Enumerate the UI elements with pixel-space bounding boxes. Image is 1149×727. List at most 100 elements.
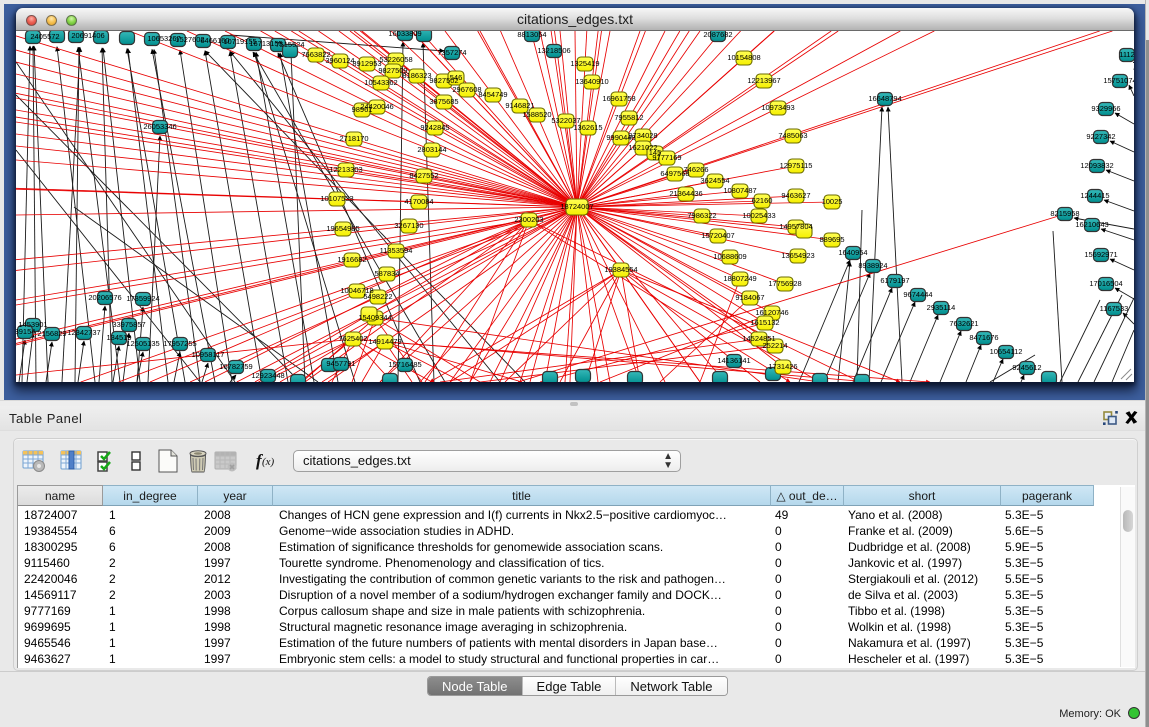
svg-text:12975115: 12975115	[780, 161, 813, 170]
svg-text:1916682: 1916682	[337, 255, 366, 264]
svg-text:9242845: 9242845	[420, 123, 449, 132]
svg-text:1731426: 1731426	[768, 362, 797, 371]
svg-text:2405572: 2405572	[30, 32, 59, 41]
svg-text:7955812: 7955812	[614, 113, 643, 122]
svg-text:9777169: 9777169	[652, 153, 681, 162]
svg-text:3960124: 3960124	[325, 56, 354, 65]
svg-text:7632621: 7632621	[949, 319, 978, 328]
svg-text:8938924: 8938924	[858, 261, 887, 270]
svg-text:3267130: 3267130	[394, 221, 423, 230]
svg-text:16210643: 16210643	[1075, 220, 1108, 229]
svg-text:10958117: 10958117	[192, 350, 225, 359]
svg-text:14914479: 14914479	[368, 337, 401, 346]
svg-text:62160: 62160	[752, 196, 773, 205]
svg-text:(x): (x)	[262, 456, 275, 468]
svg-text:17957255: 17957255	[163, 339, 196, 348]
svg-text:53226058: 53226058	[379, 55, 412, 64]
svg-text:8215958: 8215958	[1050, 209, 1079, 218]
svg-text:15751074: 15751074	[1103, 76, 1134, 85]
svg-text:20691406: 20691406	[71, 31, 104, 40]
svg-text:1244415: 1244415	[1080, 191, 1109, 200]
svg-text:16648794: 16648794	[868, 94, 901, 103]
svg-text:7357274: 7357274	[437, 48, 466, 57]
svg-text:13640910: 13640910	[575, 77, 608, 86]
svg-text:1640954: 1640954	[838, 248, 867, 257]
svg-text:2935114: 2935114	[927, 303, 956, 312]
svg-text:7625402: 7625402	[338, 334, 367, 343]
svg-text:18724007: 18724007	[560, 202, 593, 211]
svg-text:9674444: 9674444	[903, 290, 932, 299]
svg-text:13218506: 13218506	[537, 46, 570, 55]
svg-text:10688609: 10688609	[713, 252, 746, 261]
svg-text:1167533: 1167533	[1100, 304, 1129, 313]
svg-text:546: 546	[450, 73, 463, 82]
svg-text:9184067: 9184067	[735, 293, 764, 302]
svg-text:17756928: 17756928	[768, 279, 801, 288]
svg-text:9146821: 9146821	[505, 101, 534, 110]
svg-text:6497568: 6497568	[660, 169, 689, 178]
svg-text:19384554: 19384554	[604, 265, 637, 274]
svg-text:12342737: 12342737	[67, 328, 100, 337]
svg-text:10025433: 10025433	[742, 211, 775, 220]
svg-text:12505135: 12505135	[126, 339, 159, 348]
svg-text:4170084: 4170084	[404, 197, 433, 206]
svg-text:26053346: 26053346	[143, 122, 176, 131]
svg-text:6179197: 6179197	[880, 276, 909, 285]
svg-text:9463627: 9463627	[781, 191, 810, 200]
svg-text:39154: 39154	[16, 327, 35, 336]
svg-text:10025: 10025	[822, 197, 843, 206]
svg-text:18807249: 18807249	[723, 274, 756, 283]
svg-text:7986322: 7986322	[687, 211, 716, 220]
svg-text:8186323: 8186323	[402, 71, 431, 80]
svg-text:14136141: 14136141	[717, 356, 750, 365]
svg-text:2087682: 2087682	[703, 31, 732, 39]
svg-text:889695: 889695	[819, 235, 844, 244]
svg-text:10654112: 10654112	[990, 347, 1023, 356]
svg-text:1362615: 1362615	[573, 123, 602, 132]
svg-text:12213967: 12213967	[747, 76, 780, 85]
svg-text:16782759: 16782759	[219, 362, 252, 371]
svg-text:10154808: 10154808	[727, 53, 760, 62]
svg-text:2967608: 2967608	[452, 85, 481, 94]
svg-text:10807487: 10807487	[723, 186, 756, 195]
svg-text:17016504: 17016504	[1089, 279, 1122, 288]
svg-text:2156829: 2156829	[37, 329, 66, 338]
svg-text:3624554: 3624554	[700, 176, 729, 185]
svg-text:16120746: 16120746	[755, 308, 788, 317]
svg-text:16033809: 16033809	[388, 31, 421, 38]
svg-text:12213303: 12213303	[329, 165, 362, 174]
svg-text:15692971: 15692971	[1084, 250, 1117, 259]
svg-text:10543362: 10543362	[364, 78, 397, 87]
svg-text:20206576: 20206576	[88, 293, 121, 302]
svg-text:17359924: 17359924	[126, 294, 159, 303]
svg-text:13654923: 13654923	[781, 251, 814, 260]
svg-text:1588520: 1588520	[522, 110, 551, 119]
svg-text:1325419: 1325419	[570, 59, 599, 68]
svg-text:12093832: 12093832	[1080, 161, 1113, 170]
svg-text:1615132: 1615132	[750, 318, 779, 327]
svg-text:15720407: 15720407	[701, 231, 734, 240]
svg-text:9227342: 9227342	[1086, 132, 1115, 141]
svg-text:9734028: 9734028	[628, 131, 657, 140]
svg-text:2803144: 2803144	[417, 145, 446, 154]
svg-text:33975857: 33975857	[112, 320, 145, 329]
svg-text:16961758: 16961758	[602, 94, 635, 103]
svg-text:7515524: 7515524	[275, 40, 304, 49]
svg-text:587834: 587834	[374, 269, 399, 278]
svg-text:10973493: 10973493	[761, 103, 794, 112]
svg-text:9329966: 9329966	[1091, 104, 1120, 113]
svg-text:19654985: 19654985	[326, 224, 359, 233]
svg-text:9245612: 9245612	[1012, 363, 1041, 372]
svg-text:98961: 98961	[352, 105, 373, 114]
svg-text:2300203: 2300203	[514, 215, 543, 224]
svg-text:2718170: 2718170	[339, 134, 368, 143]
svg-text:9457791: 9457791	[326, 359, 355, 368]
svg-text:3875685: 3875685	[429, 97, 458, 106]
svg-text:1112: 1112	[1119, 50, 1134, 59]
svg-text:21364436: 21364436	[669, 189, 702, 198]
svg-text:12923448: 12923448	[251, 371, 284, 380]
svg-text:14957804: 14957804	[779, 222, 812, 231]
svg-text:15716485: 15716485	[388, 360, 421, 369]
svg-text:11353594: 11353594	[380, 246, 413, 255]
svg-text:7485063: 7485063	[778, 131, 807, 140]
